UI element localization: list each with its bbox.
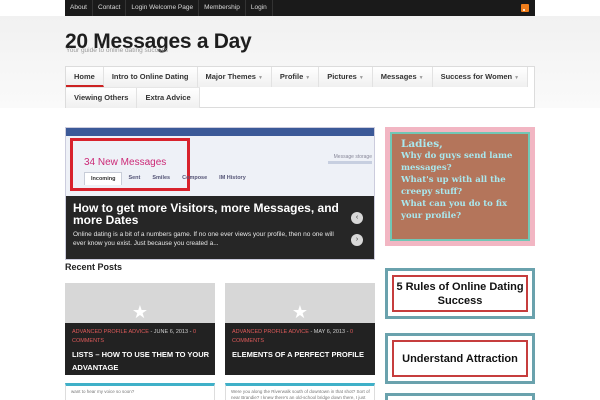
star-icon: ★: [291, 302, 309, 322]
post-preview-text: Were you along the Riverwalk south of do…: [231, 389, 370, 400]
star-icon: ★: [131, 302, 149, 322]
ladies-ad-line: Why do guys send lame messages?: [401, 151, 513, 173]
post-category[interactable]: ADVANCED PROFILE ADVICE: [72, 329, 149, 335]
rules-ad-banner[interactable]: 5 Rules of Online Dating Success: [385, 268, 535, 319]
nav-label: Messages: [380, 72, 417, 81]
inbox-tab-incoming: Incoming: [84, 172, 123, 185]
post-title[interactable]: ELEMENTS OF A PERFECT PROFILE: [232, 348, 372, 361]
ladies-ad-inner: Ladies, Why do guys send lame messages? …: [390, 132, 530, 241]
ladies-ad-line: What's up with all the creepy stuff?: [401, 175, 506, 197]
post-category[interactable]: ADVANCED PROFILE ADVICE: [232, 329, 309, 335]
featured-slider[interactable]: 34 New Messages Message storage Incoming…: [65, 127, 375, 260]
nav-label: Success for Women: [440, 72, 513, 81]
slide-caption: How to get more Visitors, more Messages,…: [66, 196, 374, 259]
slide-image: 34 New Messages Message storage Incoming…: [66, 136, 374, 202]
post-preview: want to hear my voice so soon?: [65, 383, 215, 400]
top-nav: About Contact Login Welcome Page Members…: [65, 0, 535, 16]
nav-extra-advice[interactable]: Extra Advice: [137, 88, 200, 108]
nav-messages[interactable]: Messages ▼: [372, 67, 433, 87]
slider-prev-button[interactable]: ‹: [351, 212, 363, 224]
inbox-tab-im-history: IM History: [219, 175, 246, 181]
nav-label: Extra Advice: [145, 93, 191, 102]
topnav-login[interactable]: Login: [246, 0, 273, 16]
slide-excerpt: Online dating is a bit of a numbers game…: [73, 231, 334, 247]
nav-intro-to-online-dating[interactable]: Intro to Online Dating: [103, 67, 198, 87]
nav-label: Major Themes: [205, 72, 256, 81]
post-info: ADVANCED PROFILE ADVICE - MAY 6, 2013 - …: [225, 323, 375, 375]
post-meta: ADVANCED PROFILE ADVICE - JUNE 6, 2013 -…: [72, 328, 212, 346]
topnav-membership[interactable]: Membership: [199, 0, 246, 16]
nav-label: Home: [74, 72, 95, 81]
inbox-tab-compose: Compose: [182, 175, 208, 181]
new-messages-count: 34 New Messages: [84, 157, 167, 168]
ladies-ad-line: What can you do to fix your profile?: [401, 199, 508, 221]
nav-profile[interactable]: Profile ▼: [271, 67, 320, 87]
ladies-ad-banner[interactable]: Ladies, Why do guys send lame messages? …: [385, 127, 535, 246]
recent-posts-heading: Recent Posts: [65, 262, 123, 272]
post-card[interactable]: ★ ADVANCED PROFILE ADVICE - MAY 6, 2013 …: [225, 283, 375, 375]
inbox-tab-smiles: Smiles: [152, 175, 171, 181]
slide-image-strip: [66, 128, 374, 136]
rss-icon[interactable]: [521, 4, 529, 12]
topnav-about[interactable]: About: [65, 0, 93, 16]
main-nav-row: Home Intro to Online Dating Major Themes…: [66, 67, 529, 87]
message-storage-label: Message storage: [333, 154, 372, 160]
nav-viewing-others[interactable]: Viewing Others: [66, 88, 138, 108]
sidebar-ad-partial: [385, 393, 535, 400]
slider-next-button[interactable]: ›: [351, 234, 363, 246]
post-title[interactable]: LISTS – HOW TO USE THEM TO YOUR ADVANTAG…: [72, 348, 212, 374]
post-date: - MAY 6, 2013 -: [308, 329, 350, 335]
post-meta: ADVANCED PROFILE ADVICE - MAY 6, 2013 - …: [232, 328, 372, 346]
chevron-down-icon: ▼: [418, 75, 424, 81]
chevron-down-icon: ▼: [305, 75, 311, 81]
inbox-tabs: Incoming Sent Smiles Compose IM History: [84, 172, 252, 185]
nav-label: Pictures: [327, 72, 357, 81]
main-nav: Home Intro to Online Dating Major Themes…: [65, 66, 535, 108]
post-preview-text: want to hear my voice so soon?: [71, 389, 135, 394]
inbox-tab-sent: Sent: [128, 175, 141, 181]
nav-home[interactable]: Home: [66, 67, 104, 87]
slide-title[interactable]: How to get more Visitors, more Messages,…: [73, 202, 343, 226]
chevron-down-icon: ▼: [514, 75, 520, 81]
nav-label: Viewing Others: [74, 93, 129, 102]
chevron-down-icon: ▼: [257, 75, 263, 81]
message-storage-bar: [328, 161, 372, 164]
chevron-down-icon: ▼: [358, 75, 364, 81]
rules-ad-text: 5 Rules of Online Dating Success: [392, 275, 528, 312]
nav-label: Profile: [279, 72, 304, 81]
post-card[interactable]: ★ ADVANCED PROFILE ADVICE - JUNE 6, 2013…: [65, 283, 215, 375]
site-tagline: Your guide to online dating success: [66, 47, 169, 54]
topnav-contact[interactable]: Contact: [93, 0, 127, 16]
attraction-ad-banner[interactable]: Understand Attraction: [385, 333, 535, 384]
post-date: - JUNE 6, 2013 -: [148, 329, 193, 335]
top-bar: About Contact Login Welcome Page Members…: [0, 0, 600, 16]
main-nav-row: Viewing Others Extra Advice: [66, 87, 200, 108]
attraction-ad-text: Understand Attraction: [392, 340, 528, 377]
post-info: ADVANCED PROFILE ADVICE - JUNE 6, 2013 -…: [65, 323, 215, 375]
nav-success-for-women[interactable]: Success for Women ▼: [432, 67, 529, 87]
nav-pictures[interactable]: Pictures ▼: [319, 67, 373, 87]
nav-major-themes[interactable]: Major Themes ▼: [197, 67, 272, 87]
nav-label: Intro to Online Dating: [111, 72, 189, 81]
ladies-ad-heading: Ladies,: [401, 138, 443, 150]
topnav-login-welcome[interactable]: Login Welcome Page: [126, 0, 200, 16]
post-preview: Were you along the Riverwalk south of do…: [225, 383, 375, 400]
